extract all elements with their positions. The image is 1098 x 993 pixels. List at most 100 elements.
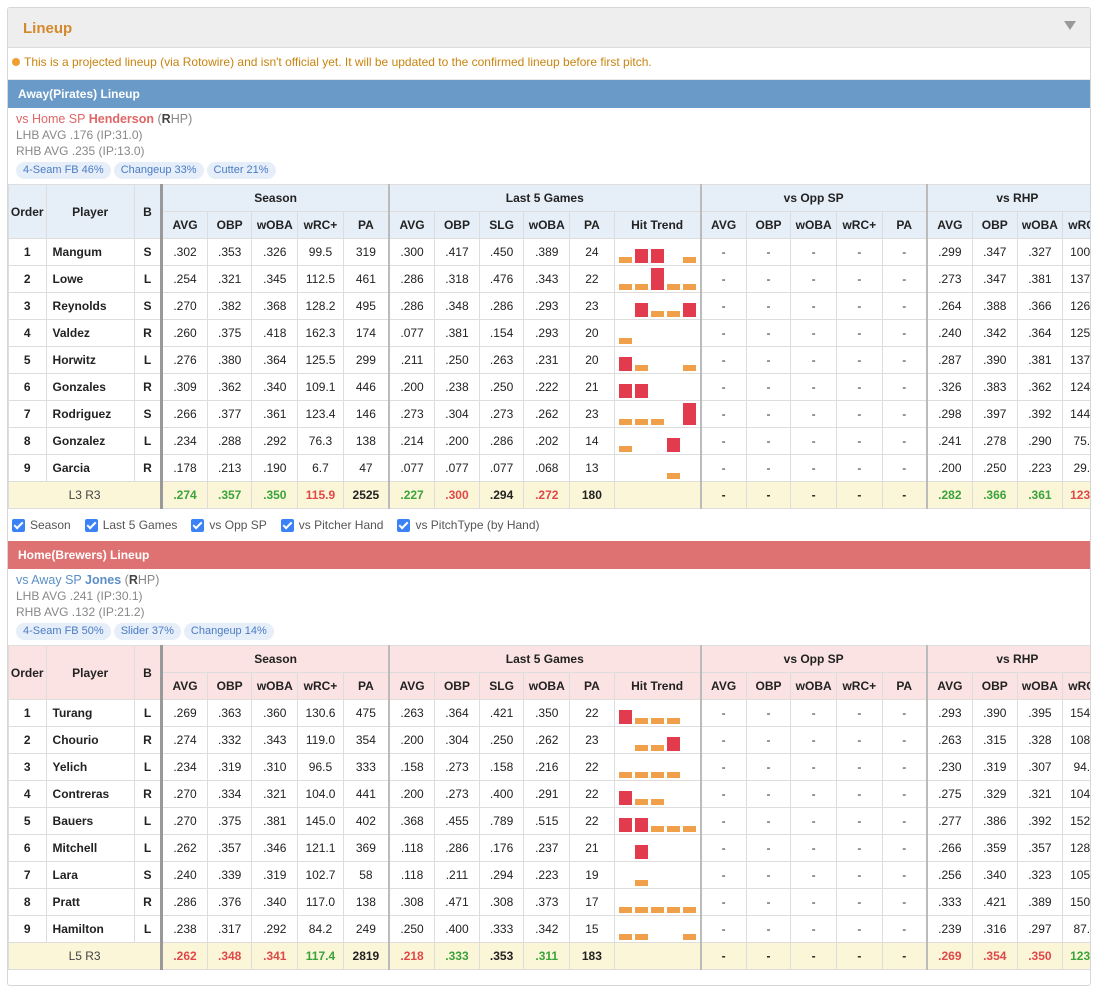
player-name[interactable]: Reynolds — [45, 292, 135, 320]
player-name[interactable]: Contreras — [45, 780, 135, 808]
col-header[interactable]: PA — [569, 672, 615, 700]
col-header[interactable]: OBP — [971, 211, 1018, 239]
checkbox-checked-icon[interactable] — [280, 518, 294, 532]
col-header[interactable]: AVG — [699, 672, 747, 700]
season-stat: 369 — [342, 834, 390, 862]
vs-opp-stat: - — [835, 915, 883, 943]
checkbox-checked-icon[interactable] — [397, 518, 411, 532]
col-header[interactable]: SLG — [478, 211, 525, 239]
col-header[interactable]: wOBA — [523, 211, 571, 239]
hit-trend — [613, 373, 702, 401]
col-header[interactable]: wOBA — [790, 672, 837, 700]
trend-bar — [666, 906, 680, 913]
last5-stat: .273 — [478, 400, 525, 428]
last5-stat: .118 — [387, 861, 436, 889]
season-stat: 109.1 — [297, 373, 344, 401]
col-header[interactable]: Hit Trend — [613, 672, 702, 700]
col-header[interactable]: wRC+ — [835, 211, 883, 239]
vs-hand-stat: .327 — [1016, 238, 1064, 266]
season-stat: 117.0 — [297, 888, 344, 916]
col-header[interactable]: PA — [342, 672, 390, 700]
col-header[interactable]: wOBA — [1016, 211, 1064, 239]
season-stat: .310 — [251, 753, 299, 781]
season-stat: .302 — [160, 238, 208, 266]
vs-opp-stat: - — [790, 753, 837, 781]
col-header[interactable]: wOBA — [523, 672, 571, 700]
checkbox-checked-icon[interactable] — [84, 518, 98, 532]
col-header[interactable]: wRC+ — [297, 211, 344, 239]
player-name[interactable]: Lowe — [45, 265, 135, 293]
col-header[interactable]: PA — [342, 211, 390, 239]
col-player: Player — [45, 645, 135, 700]
col-header[interactable]: OBP — [206, 672, 253, 700]
col-header[interactable]: OBP — [434, 211, 480, 239]
pitcher-name[interactable]: Jones — [85, 573, 121, 587]
col-header[interactable]: wOBA — [790, 211, 837, 239]
filter-checkbox[interactable]: Season — [12, 509, 71, 541]
notice-text: This is a projected lineup (via Rotowire… — [24, 55, 652, 69]
col-header[interactable]: OBP — [434, 672, 480, 700]
col-header[interactable]: AVG — [387, 672, 436, 700]
vs-opp-stat: - — [881, 427, 928, 455]
col-order: Order — [8, 645, 47, 700]
player-name[interactable]: Gonzalez — [45, 427, 135, 455]
trend-bars — [618, 322, 696, 344]
player-name[interactable]: Valdez — [45, 319, 135, 347]
table-row: 8 Pratt R .286.376.340 117.0 138.308.471.308.… — [8, 888, 1090, 916]
vs-hand-stat: .388 — [971, 292, 1018, 320]
season-stat: .178 — [160, 454, 208, 482]
player-name[interactable]: Mangum — [45, 238, 135, 266]
player-name[interactable]: Yelich — [45, 753, 135, 781]
summary-season: .348 — [206, 942, 253, 970]
col-header[interactable]: wOBA — [251, 672, 299, 700]
col-header[interactable]: AVG — [925, 672, 973, 700]
col-header[interactable]: OBP — [206, 211, 253, 239]
vs-opp-stat: - — [835, 319, 883, 347]
hit-trend — [613, 780, 702, 808]
player-name[interactable]: Bauers — [45, 807, 135, 835]
col-header[interactable]: OBP — [745, 672, 792, 700]
col-header[interactable]: wRC+ — [1062, 211, 1090, 239]
player-name[interactable]: Turang — [45, 699, 135, 727]
filter-checkbox[interactable]: vs Pitcher Hand — [280, 509, 383, 541]
player-name[interactable]: Lara — [45, 861, 135, 889]
player-name[interactable]: Hamilton — [45, 915, 135, 943]
collapse-chevron-icon[interactable] — [1064, 21, 1076, 30]
filter-checkbox[interactable]: Last 5 Games — [84, 509, 177, 541]
checkbox-checked-icon[interactable] — [191, 518, 205, 532]
col-header[interactable]: AVG — [387, 211, 436, 239]
col-header[interactable]: PA — [881, 211, 928, 239]
col-header[interactable]: SLG — [478, 672, 525, 700]
filter-checkbox[interactable]: vs Opp SP — [191, 509, 267, 541]
filter-checkbox[interactable]: vs PitchType (by Hand) — [397, 509, 540, 541]
player-name[interactable]: Chourio — [45, 726, 135, 754]
col-header[interactable]: OBP — [971, 672, 1018, 700]
pitch-pill: 4-Seam FB 46% — [16, 162, 111, 179]
vs-opp-stat: - — [790, 346, 837, 374]
bats: L — [133, 753, 163, 781]
player-name[interactable]: Garcia — [45, 454, 135, 482]
col-header[interactable]: AVG — [925, 211, 973, 239]
lineup-header[interactable]: Lineup — [8, 8, 1090, 48]
player-name[interactable]: Horwitz — [45, 346, 135, 374]
player-name[interactable]: Pratt — [45, 888, 135, 916]
col-header[interactable]: PA — [881, 672, 928, 700]
col-header[interactable]: AVG — [160, 211, 208, 239]
col-header[interactable]: wRC+ — [835, 672, 883, 700]
col-header[interactable]: wOBA — [1016, 672, 1064, 700]
col-header[interactable]: wRC+ — [297, 672, 344, 700]
col-header[interactable]: PA — [569, 211, 615, 239]
player-name[interactable]: Gonzales — [45, 373, 135, 401]
pitcher-name[interactable]: Henderson — [89, 112, 154, 126]
season-stat: .292 — [251, 915, 299, 943]
player-name[interactable]: Mitchell — [45, 834, 135, 862]
player-name[interactable]: Rodriguez — [45, 400, 135, 428]
checkbox-checked-icon[interactable] — [12, 518, 25, 532]
col-header[interactable]: Hit Trend — [613, 211, 702, 239]
col-header[interactable]: wRC+ — [1062, 672, 1090, 700]
col-header[interactable]: AVG — [160, 672, 208, 700]
col-header[interactable]: wOBA — [251, 211, 299, 239]
col-header[interactable]: AVG — [699, 211, 747, 239]
vs-hand-stat: 108.8 — [1062, 726, 1090, 754]
col-header[interactable]: OBP — [745, 211, 792, 239]
